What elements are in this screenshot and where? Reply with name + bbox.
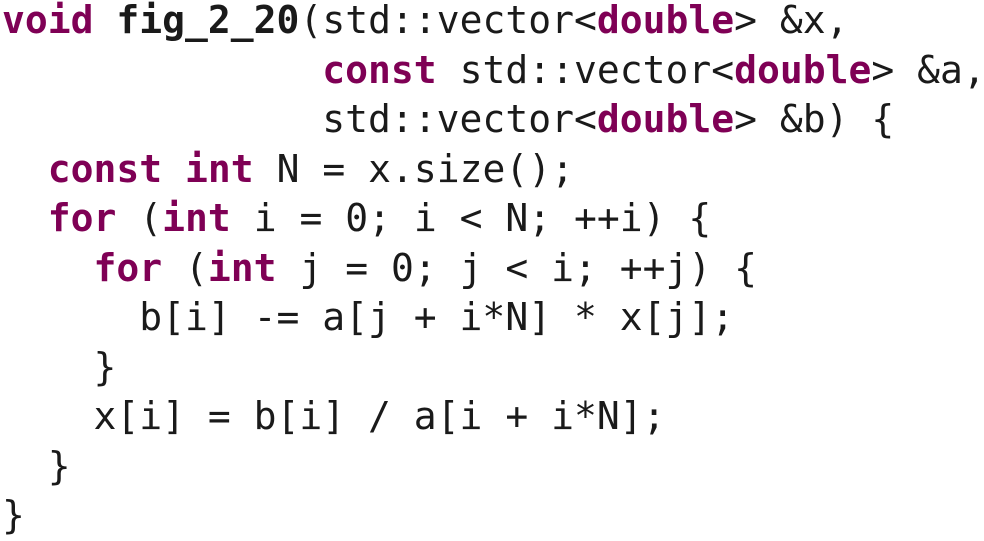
code-text: ( <box>116 196 163 240</box>
code-text: i = 0; i < N; ++i) { <box>230 196 712 240</box>
code-keyword: int <box>185 146 254 191</box>
code-text: b[i] -= a[j + i*N] * x[j]; <box>2 295 735 339</box>
code-text: std::vector< <box>2 97 597 141</box>
code-text: std::vector< <box>436 47 735 92</box>
code-text: N = x.size(); <box>253 146 574 191</box>
code-text: } <box>2 443 71 488</box>
code-line: void fig_2_20(std::vector<double> &x, <box>2 0 984 46</box>
function-name: fig_2_20 <box>116 0 300 42</box>
code-keyword: for <box>47 196 117 240</box>
code-listing: void fig_2_20(std::vector<double> &x, co… <box>2 0 984 541</box>
code-keyword: int <box>162 196 231 240</box>
code-line: b[i] -= a[j + i*N] * x[j]; <box>2 293 984 343</box>
code-line: for (int i = 0; i < N; ++i) { <box>2 194 984 244</box>
code-keyword: for <box>93 245 163 290</box>
code-keyword: double <box>596 0 735 42</box>
code-line: } <box>2 491 984 541</box>
code-keyword: double <box>596 97 735 141</box>
code-line: std::vector<double> &b) { <box>2 95 984 145</box>
code-text: > &x, <box>734 0 849 42</box>
code-line: } <box>2 343 984 393</box>
code-line: for (int j = 0; j < i; ++j) { <box>2 244 984 294</box>
code-text: } <box>2 344 117 389</box>
code-text: (std::vector< <box>299 0 597 42</box>
code-line: } <box>2 442 984 492</box>
code-text: j = 0; j < i; ++j) { <box>276 245 757 290</box>
code-keyword: int <box>207 245 277 290</box>
code-keyword: double <box>734 47 872 92</box>
code-line: x[i] = b[i] / a[i + i*N]; <box>2 392 984 442</box>
code-keyword: const <box>322 47 437 92</box>
code-line: const int N = x.size(); <box>2 145 984 195</box>
code-keyword: const <box>47 146 163 191</box>
code-text: ( <box>162 245 208 290</box>
code-text: > &b) { <box>734 97 895 141</box>
code-text: } <box>2 493 25 537</box>
code-text: x[i] = b[i] / a[i + i*N]; <box>2 394 666 438</box>
code-text: > &a, <box>871 47 984 92</box>
code-keyword: void <box>2 0 94 42</box>
code-line: const std::vector<double> &a, <box>2 46 984 96</box>
